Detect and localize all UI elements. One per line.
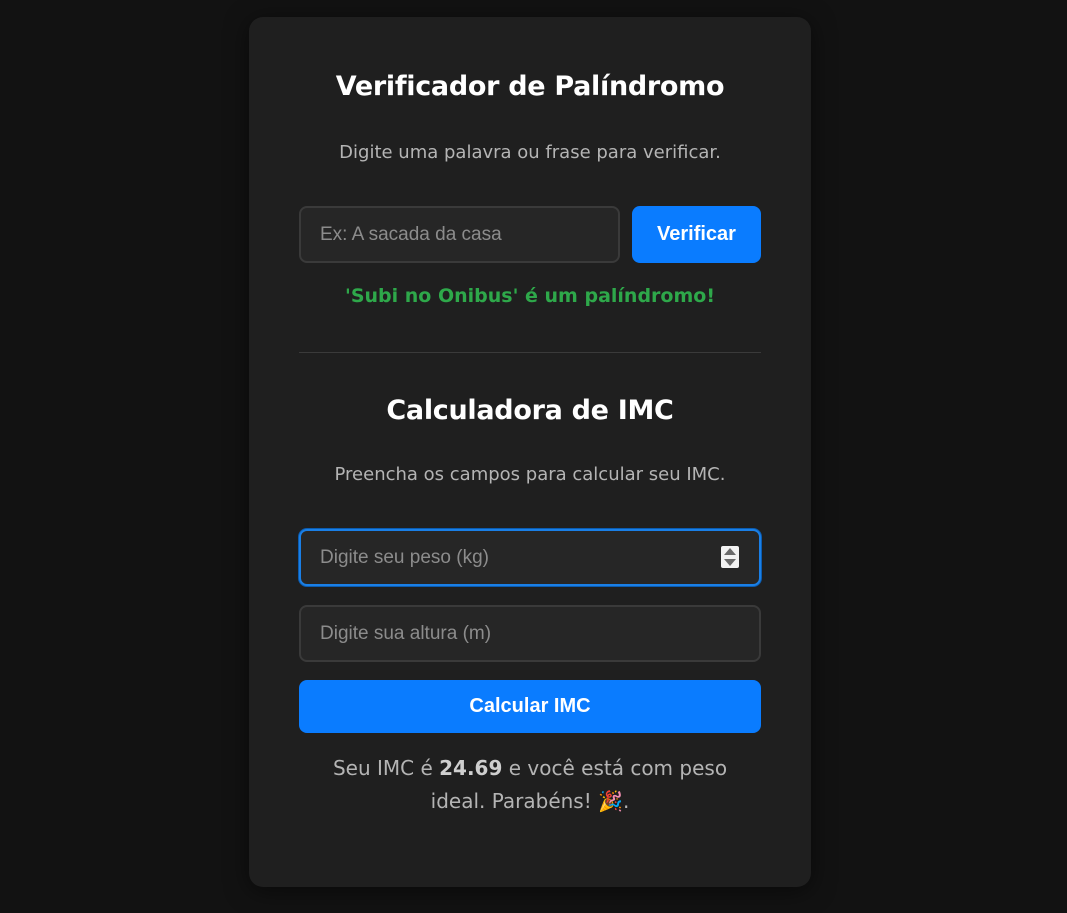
party-popper-icon: 🎉 (598, 789, 623, 813)
imc-result-prefix: Seu IMC é (332, 756, 433, 780)
verify-button[interactable]: Verificar (632, 206, 761, 263)
spinner-down-icon[interactable] (724, 559, 736, 566)
imc-result: Seu IMC é 24.69 e você está com peso ide… (309, 752, 751, 818)
palindrome-subtitle: Digite uma palavra ou frase para verific… (339, 142, 721, 163)
palindrome-title: Verificador de Palíndromo (335, 71, 725, 102)
section-divider (299, 352, 761, 353)
number-spinner[interactable] (721, 546, 739, 568)
spinner-up-icon[interactable] (724, 548, 736, 555)
imc-title: Calculadora de IMC (386, 395, 674, 426)
imc-value: 24.69 (439, 756, 503, 780)
imc-result-end: . (623, 789, 630, 813)
height-input[interactable] (299, 605, 761, 662)
weight-input[interactable] (299, 529, 761, 586)
palindrome-input[interactable] (299, 206, 620, 263)
imc-subtitle: Preencha os campos para calcular seu IMC… (334, 464, 726, 485)
calculate-imc-button[interactable]: Calcular IMC (299, 680, 761, 733)
palindrome-result: 'Subi no Onibus' é um palíndromo! (345, 285, 715, 307)
main-card: Verificador de Palíndromo Digite uma pal… (249, 17, 811, 887)
